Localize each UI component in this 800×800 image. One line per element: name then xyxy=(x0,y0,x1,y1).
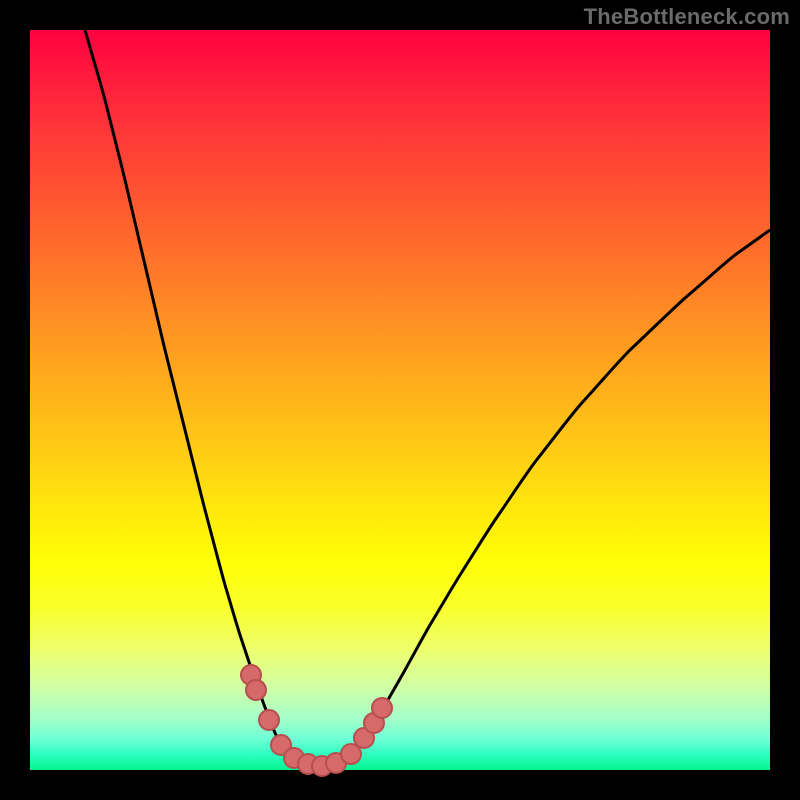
bottleneck-curve xyxy=(85,30,770,766)
marker-dot xyxy=(372,698,392,718)
marker-dot xyxy=(259,710,279,730)
watermark-text: TheBottleneck.com xyxy=(584,4,790,30)
marker-dot xyxy=(246,680,266,700)
marker-group xyxy=(241,665,392,776)
curve-layer xyxy=(30,30,770,770)
chart-frame: TheBottleneck.com xyxy=(0,0,800,800)
